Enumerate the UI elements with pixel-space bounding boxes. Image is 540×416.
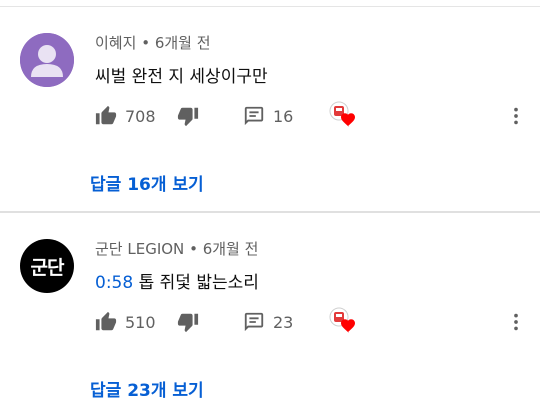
creator-heart-badge	[328, 101, 356, 127]
reply-count: 16	[273, 106, 294, 126]
dislike-button[interactable]	[177, 310, 199, 334]
video-timestamp-link[interactable]: 0:58	[95, 273, 133, 293]
creator-heart-badge	[328, 307, 356, 333]
more-vertical-icon	[514, 107, 518, 125]
view-replies-link[interactable]: 답글 16개 보기	[90, 170, 204, 195]
reply-icon	[244, 106, 264, 126]
like-count: 510	[125, 312, 156, 332]
meta-separator: •	[189, 240, 198, 258]
avatar[interactable]	[20, 33, 74, 87]
meta-separator: •	[141, 34, 151, 52]
comment-text: 0:58 톱 쥐덫 밟는소리	[95, 268, 259, 293]
thumbs-up-icon	[95, 311, 117, 331]
comment-text: 씨벌 완전 지 세상이구만	[95, 67, 268, 87]
more-vertical-icon	[514, 313, 518, 331]
avatar-label: 군단	[30, 256, 65, 279]
avatar[interactable]: 군단	[20, 239, 74, 293]
author-name[interactable]: 이혜지	[95, 34, 136, 52]
heart-badge-icon	[329, 307, 355, 333]
thumbs-up-icon	[95, 105, 117, 125]
thumbs-down-icon	[177, 313, 199, 333]
comment-actions: 708 16	[95, 101, 535, 128]
reply-button[interactable]: 23	[243, 310, 293, 334]
more-options-button[interactable]	[505, 310, 527, 334]
comment-time[interactable]: 6개월 전	[203, 240, 259, 258]
reply-icon	[244, 312, 264, 332]
view-replies-link[interactable]: 답글 23개 보기	[90, 376, 204, 401]
comment-text-body: 톱 쥐덫 밟는소리	[138, 273, 259, 293]
comment-actions: 510 23	[95, 307, 535, 334]
comment-thread: 이혜지 • 6개월 전 씨벌 완전 지 세상이구만 708 16 답글 16개 …	[0, 0, 540, 200]
like-button[interactable]: 510	[95, 310, 156, 334]
comment-meta: 이혜지 • 6개월 전	[95, 32, 211, 53]
like-button[interactable]: 708	[95, 104, 156, 128]
comment-meta: 군단 LEGION • 6개월 전	[95, 238, 258, 259]
reply-button[interactable]: 16	[243, 104, 293, 128]
dislike-button[interactable]	[177, 104, 199, 128]
like-count: 708	[125, 106, 156, 126]
heart-badge-icon	[329, 101, 355, 127]
comment-thread: 군단 군단 LEGION • 6개월 전 0:58 톱 쥐덫 밟는소리 510 …	[0, 206, 540, 406]
author-name[interactable]: 군단 LEGION	[95, 240, 184, 258]
comment-time[interactable]: 6개월 전	[155, 34, 211, 52]
reply-count: 23	[273, 312, 294, 332]
thumbs-down-icon	[177, 107, 199, 127]
default-avatar-icon	[20, 33, 74, 87]
more-options-button[interactable]	[505, 104, 527, 128]
